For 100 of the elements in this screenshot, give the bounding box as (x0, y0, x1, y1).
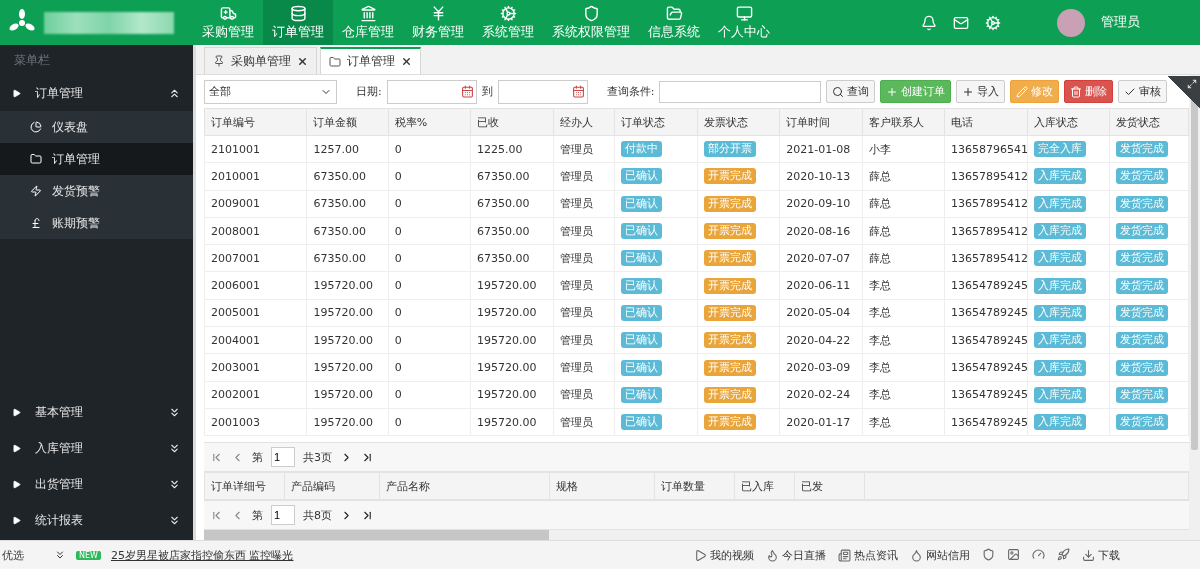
table-cell: 13654789245 (944, 408, 1028, 436)
table-cell: 李总 (862, 299, 945, 327)
status-badge: 入库完成 (1034, 223, 1087, 240)
status-badge: 入库完成 (1034, 277, 1087, 294)
column-header[interactable]: 客户联系人 (862, 108, 945, 136)
menu-item[interactable]: 订单管理 (0, 143, 193, 175)
table-cell: 管理员 (553, 272, 615, 300)
page-input[interactable]: 1 (271, 447, 295, 467)
column-header[interactable]: 订单时间 (779, 108, 863, 136)
news-link[interactable]: 25岁男星被店家指控偷东西 监控曝光 (110, 547, 294, 563)
shield-icon[interactable] (982, 547, 995, 561)
table-cell: 2003001 (204, 353, 307, 382)
menu-group[interactable]: 入库管理 (0, 430, 193, 466)
gear-icon (499, 4, 517, 22)
table-cell: 2004001 (204, 326, 307, 354)
query-input[interactable] (659, 80, 822, 103)
table-cell: 0 (388, 299, 471, 327)
horizontal-scrollbar[interactable] (204, 530, 1189, 540)
table-cell: 2002001 (204, 381, 307, 409)
date-label: 日期: (356, 84, 382, 99)
menu-item[interactable]: 发货预警 (0, 175, 193, 207)
bell-icon[interactable] (921, 14, 937, 31)
toolbar-button[interactable]: 查询 (826, 80, 876, 103)
status-bar-item[interactable]: 网站信用 (910, 547, 970, 563)
column-header[interactable]: 税率% (388, 108, 471, 136)
column-header[interactable]: 已收 (470, 108, 554, 136)
table-cell: 67350.00 (306, 162, 389, 191)
table-cell: 李总 (862, 326, 945, 354)
menu-item[interactable]: 账期预警 (0, 207, 193, 239)
column-header[interactable]: 订单详细号 (204, 472, 285, 500)
chevrons-down-icon[interactable] (54, 549, 66, 561)
nav-item[interactable]: 订单管理 (263, 0, 333, 45)
table-cell: 67350.00 (470, 217, 554, 245)
status-badge: 开票完成 (703, 414, 756, 431)
rocket-icon[interactable] (1057, 547, 1070, 561)
date-field[interactable] (386, 79, 477, 104)
column-header[interactable]: 规格 (549, 472, 655, 500)
status-badge: 已确认 (620, 332, 662, 349)
tab[interactable]: 采购单管理 (204, 47, 317, 74)
toolbar-button[interactable]: 审核 (1118, 80, 1168, 103)
plus-icon (962, 85, 975, 98)
status-bar-item[interactable]: 我的视频 (694, 547, 754, 563)
table-cell: 2007001 (204, 244, 307, 272)
table-cell: 0 (388, 326, 471, 354)
status-bar-item[interactable]: 热点资讯 (838, 547, 898, 563)
table-cell: 13657895412 (944, 217, 1028, 245)
play-icon (12, 407, 21, 417)
status-badge: 开票完成 (703, 168, 756, 185)
column-header[interactable]: 产品编码 (284, 472, 380, 500)
status-badge: 发货完成 (1115, 332, 1168, 349)
column-header[interactable]: 订单状态 (614, 108, 698, 136)
column-header[interactable]: 发货状态 (1109, 108, 1189, 136)
table-cell: 薛总 (862, 217, 945, 245)
menu-group[interactable]: 出货管理 (0, 466, 193, 502)
menu-group[interactable]: 订单管理 (0, 75, 193, 111)
status-select[interactable]: 全部 (204, 79, 337, 104)
table-cell: 0 (388, 135, 471, 163)
search-icon (832, 85, 845, 98)
status-badge: 发货完成 (1115, 277, 1168, 294)
column-header[interactable]: 已发 (794, 472, 865, 500)
column-header[interactable]: 经办人 (553, 108, 615, 136)
column-header[interactable]: 入库状态 (1027, 108, 1110, 136)
table-cell: 0 (388, 408, 471, 436)
toolbar-button[interactable]: 删除 (1064, 80, 1114, 103)
vertical-scrollbar[interactable] (1189, 75, 1200, 540)
toolbar-button[interactable]: 导入 (956, 80, 1006, 103)
page-input[interactable]: 1 (271, 505, 295, 525)
table-cell: 195720.00 (470, 353, 554, 382)
mail-icon[interactable] (953, 14, 969, 31)
table-cell: 2020-02-24 (779, 381, 863, 409)
menu-group[interactable]: 基本管理 (0, 394, 193, 430)
image-icon[interactable] (1007, 547, 1020, 561)
table-cell: 管理员 (553, 326, 615, 354)
column-header[interactable]: 订单编号 (204, 108, 307, 136)
menu-item[interactable]: 仪表盘 (0, 111, 193, 143)
column-header[interactable]: 产品名称 (379, 472, 550, 500)
menu-group[interactable]: 统计报表 (0, 502, 193, 538)
settings-icon[interactable] (985, 14, 1001, 31)
medical-kit-icon (219, 4, 237, 22)
column-header[interactable]: 发票状态 (697, 108, 780, 136)
table-cell: 13657895412 (944, 190, 1028, 218)
gauge-icon[interactable] (1032, 547, 1045, 561)
table-cell: 李总 (862, 408, 945, 436)
status-bar-item[interactable]: 今日直播 (766, 547, 826, 563)
fullscreen-corner[interactable] (1168, 76, 1200, 108)
table-cell: 13654789245 (944, 272, 1028, 300)
column-header[interactable]: 电话 (944, 108, 1028, 136)
table-cell: 2020-08-16 (779, 217, 863, 245)
close-icon[interactable] (297, 55, 308, 67)
date-field[interactable] (497, 79, 588, 104)
tab[interactable]: 订单管理 (320, 47, 421, 74)
column-header[interactable]: 订单金额 (306, 108, 389, 136)
download-item[interactable]: 下载 (1082, 547, 1120, 563)
table-cell: 0 (388, 190, 471, 218)
close-icon[interactable] (401, 56, 412, 67)
table-cell: 薛总 (862, 244, 945, 272)
column-header[interactable]: 已入库 (734, 472, 795, 500)
column-header[interactable]: 订单数量 (654, 472, 735, 500)
play-icon (12, 515, 21, 525)
sidebar-title: 菜单栏 (13, 51, 51, 69)
